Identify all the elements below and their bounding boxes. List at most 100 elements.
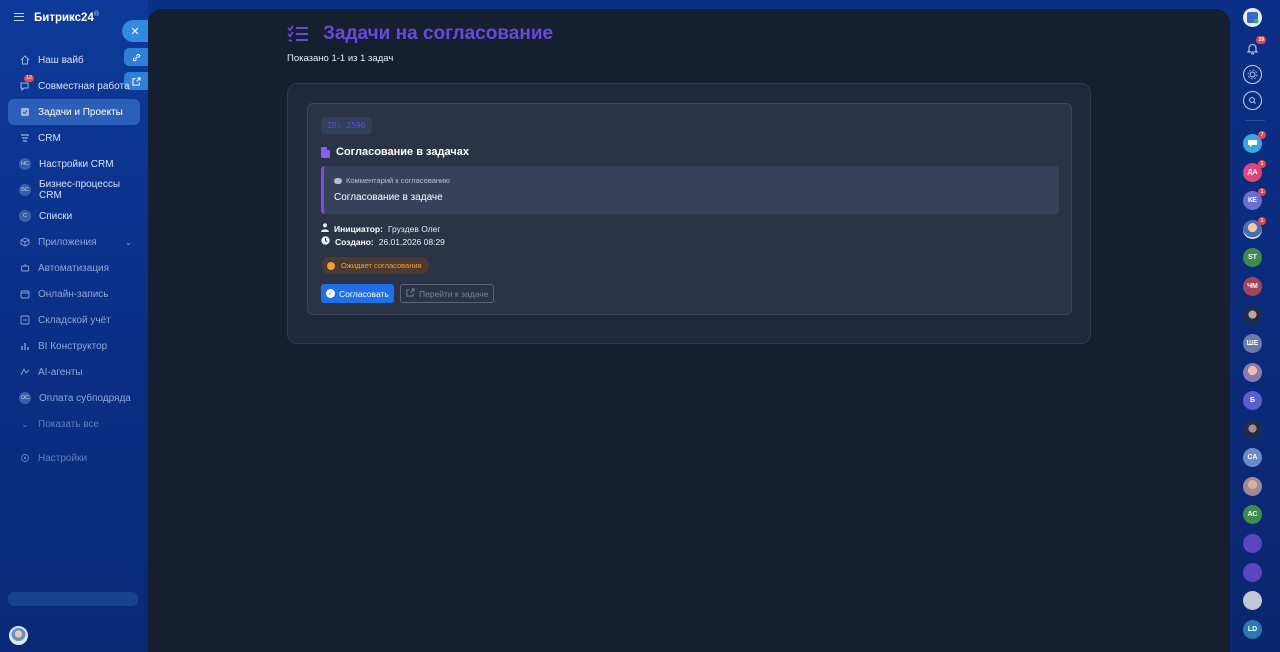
contact-avatar[interactable]: ДА 1 (1243, 160, 1266, 182)
sidebar-item-tasks[interactable]: Задачи и Проекты (8, 99, 140, 125)
contact-avatar[interactable] (1243, 477, 1262, 496)
sidebar-item-lists[interactable]: С Списки (8, 203, 140, 229)
bp-crm-icon: БС (19, 184, 31, 196)
right-bar: 29 7 ДА 1 КЕ 1 1 ST ЧМ ШЕ Б СА АС LD (1230, 0, 1280, 652)
left-sidebar: Битрикс24® ✕ Наш вайб 12 Совместная рабо… (0, 0, 148, 652)
sidebar-item-label: Онлайн-запись (38, 288, 109, 300)
home-icon (20, 55, 30, 65)
sidebar-item-label: Наш вайб (38, 54, 84, 66)
user-avatar[interactable] (9, 626, 28, 645)
sidebar-item-label: Оплата субподряда (39, 392, 131, 404)
notification-badge: 29 (1256, 36, 1266, 44)
group-avatar[interactable] (1243, 534, 1262, 553)
task-title-text: Согласование в задачах (336, 146, 469, 158)
sidebar-item-crm-settings[interactable]: НС Настройки CRM (8, 151, 140, 177)
sidebar-item-label: Автоматизация (38, 262, 110, 274)
contact-avatar[interactable]: Б (1243, 391, 1262, 410)
task-id-badge: ID: 2590 (321, 117, 372, 134)
search-chat-icon[interactable] (1243, 91, 1262, 110)
contact-initials: ШЕ (1246, 340, 1259, 347)
contact-initials: ST (1248, 254, 1257, 261)
contact-avatar[interactable]: ШЕ (1243, 334, 1262, 353)
calendar-icon (20, 289, 30, 299)
ai-icon (20, 367, 30, 377)
chat-badge: 7 (1258, 131, 1266, 139)
go-to-task-label: Перейти к задаче (419, 288, 489, 299)
tasks-container: ID: 2590 Согласование в задачах Коммента… (287, 83, 1091, 344)
rightbar-separator (1245, 120, 1265, 121)
sidebar-show-all[interactable]: ⌄ Показать все (8, 411, 140, 437)
close-icon[interactable]: ✕ (122, 20, 148, 42)
checklist-icon (287, 25, 309, 43)
contact-avatar[interactable]: LD (1243, 620, 1262, 639)
contact-initials: АС (1247, 511, 1258, 518)
sidebar-item-bi[interactable]: BI Конструктор (8, 333, 140, 359)
page-title: Задачи на согласование (323, 23, 554, 44)
task-title: Согласование в задачах (321, 146, 469, 158)
contact-avatar[interactable]: КЕ 1 (1243, 188, 1266, 210)
openai-icon[interactable] (1243, 65, 1262, 84)
sidebar-item-label: Приложения (38, 236, 97, 248)
contact-avatar[interactable] (1243, 363, 1262, 382)
sidebar-item-label: Задачи и Проекты (38, 106, 123, 118)
approve-button[interactable]: ✓ Согласовать (321, 284, 394, 303)
clock-status-icon (327, 261, 335, 270)
contact-avatar[interactable] (1243, 420, 1262, 439)
initiator-value: Груздев Олег (387, 223, 441, 234)
sidebar-item-settings[interactable]: Настройки (8, 445, 140, 471)
created-label: Создано: (335, 236, 374, 247)
contact-initials: ДА (1247, 169, 1258, 176)
status-badge: Ожидает согласования (321, 257, 429, 274)
contact-avatar[interactable]: ST (1243, 248, 1262, 267)
document-icon (321, 146, 330, 158)
profile-widget-icon[interactable] (1243, 8, 1262, 27)
warehouse-icon (20, 315, 30, 325)
sidebar-item-label: AI-агенты (38, 366, 83, 378)
contact-avatar[interactable]: 1 (1243, 217, 1266, 239)
sidebar-item-label: Настройки (38, 452, 88, 464)
gear-icon (20, 453, 30, 463)
page-subtitle: Показано 1-1 из 1 задач (287, 53, 394, 64)
group-avatar[interactable] (1243, 591, 1262, 610)
chevron-down-icon: ⌄ (21, 418, 29, 429)
sidebar-item-label: Бизнес-процессы CRM (39, 179, 121, 201)
contact-badge: 1 (1258, 160, 1266, 168)
crm-settings-icon: НС (19, 158, 31, 170)
chat-avatar[interactable]: 7 (1243, 131, 1266, 153)
contact-initials: LD (1247, 626, 1258, 633)
contact-initials: СА (1247, 454, 1258, 461)
sidebar-item-booking[interactable]: Онлайн-запись (8, 281, 140, 307)
contact-avatar[interactable]: АС (1243, 505, 1262, 524)
sidebar-item-warehouse[interactable]: Складской учёт (8, 307, 140, 333)
subcontract-icon: ОС (19, 392, 31, 404)
sidebar-item-crm[interactable]: CRM (8, 125, 140, 151)
go-to-task-button[interactable]: Перейти к задаче (400, 284, 495, 303)
group-avatar[interactable] (1243, 563, 1262, 582)
brand-mark: ® (93, 10, 100, 18)
menu-icon[interactable] (14, 13, 24, 21)
check-icon: ✓ (326, 289, 335, 298)
sidebar-item-ai-agents[interactable]: AI-агенты (8, 359, 140, 385)
sidebar-item-collab[interactable]: 12 Совместная работа (8, 73, 140, 99)
sidebar-item-home[interactable]: Наш вайб (8, 47, 140, 73)
chat-icon (20, 81, 30, 91)
sidebar-item-apps[interactable]: Приложения ⌄ (8, 229, 140, 255)
bell-icon[interactable]: 29 (1243, 36, 1266, 58)
contact-initials: ЧМ (1247, 283, 1258, 290)
brand-logo[interactable]: Битрикс24® (34, 11, 99, 24)
contact-badge: 1 (1258, 217, 1266, 225)
contact-avatar[interactable]: ЧМ (1243, 277, 1262, 296)
user-icon (321, 223, 329, 234)
contact-avatar[interactable]: СА (1243, 448, 1262, 467)
contact-avatar[interactable] (1243, 306, 1262, 325)
sidebar-item-subcontract[interactable]: ОС Оплата субподряда (8, 385, 140, 411)
task-card: ID: 2590 Согласование в задачах Коммента… (307, 103, 1072, 315)
sidebar-item-bp-crm[interactable]: БС Бизнес-процессы CRM (8, 177, 140, 203)
external-link-icon (406, 288, 415, 299)
main-panel: Задачи на согласование Показано 1-1 из 1… (148, 9, 1230, 652)
sidebar-nav: Наш вайб 12 Совместная работа Задачи и П… (0, 47, 148, 471)
sidebar-item-automation[interactable]: Автоматизация (8, 255, 140, 281)
tasks-icon (20, 107, 30, 117)
sidebar-item-label: Совместная работа (38, 80, 130, 92)
sidebar-item-label: Настройки CRM (39, 158, 114, 170)
